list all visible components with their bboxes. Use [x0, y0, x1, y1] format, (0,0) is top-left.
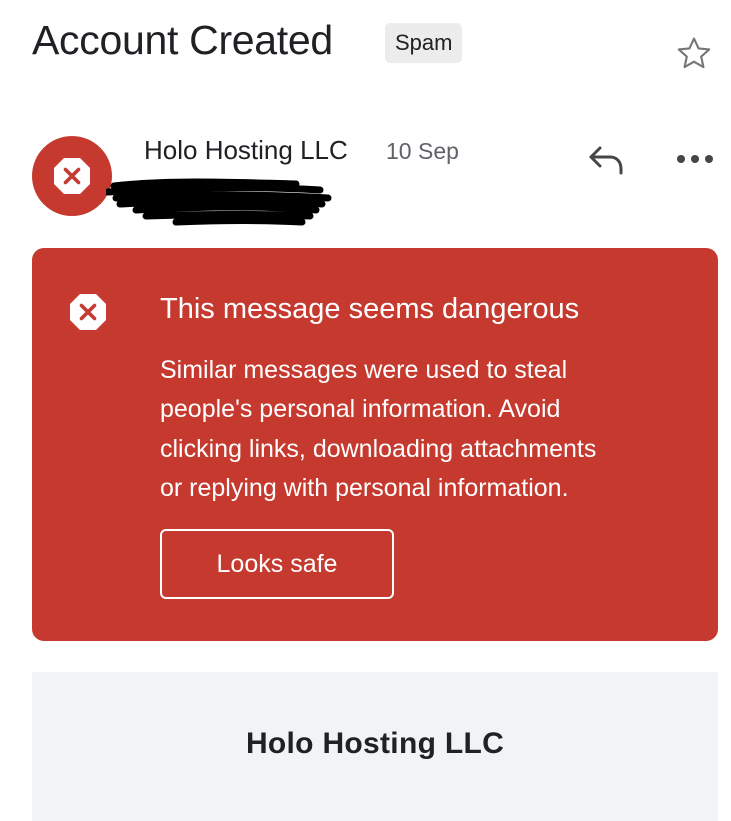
star-icon[interactable] — [673, 33, 715, 75]
avatar-error-icon — [54, 158, 90, 194]
sender-name[interactable]: Holo Hosting LLC — [144, 132, 348, 168]
sender-avatar[interactable] — [32, 136, 112, 216]
spam-label-badge[interactable]: Spam — [385, 23, 463, 63]
reply-icon[interactable] — [586, 140, 626, 180]
email-date: 10 Sep — [386, 138, 459, 164]
email-body-preview: Holo Hosting LLC — [32, 672, 718, 821]
more-options-icon[interactable] — [674, 148, 716, 170]
email-subject: Account Created — [32, 17, 333, 63]
email-body-heading: Holo Hosting LLC — [245, 727, 505, 760]
warning-description: Similar messages were used to steal peop… — [160, 351, 700, 508]
warning-line: Similar messages were used to steal — [160, 356, 568, 384]
warning-line: or replying with personal information. — [160, 473, 569, 502]
warning-error-icon — [70, 294, 106, 330]
warning-title: This message seems dangerous — [160, 293, 580, 325]
danger-warning-banner: This message seems dangerous Similar mes… — [32, 248, 718, 641]
looks-safe-button[interactable]: Looks safe — [160, 529, 394, 599]
redacted-recipient-scribble — [106, 178, 332, 226]
warning-line: clicking links, downloading attachments — [160, 434, 597, 463]
warning-line: people's personal information. Avoid — [160, 395, 561, 424]
